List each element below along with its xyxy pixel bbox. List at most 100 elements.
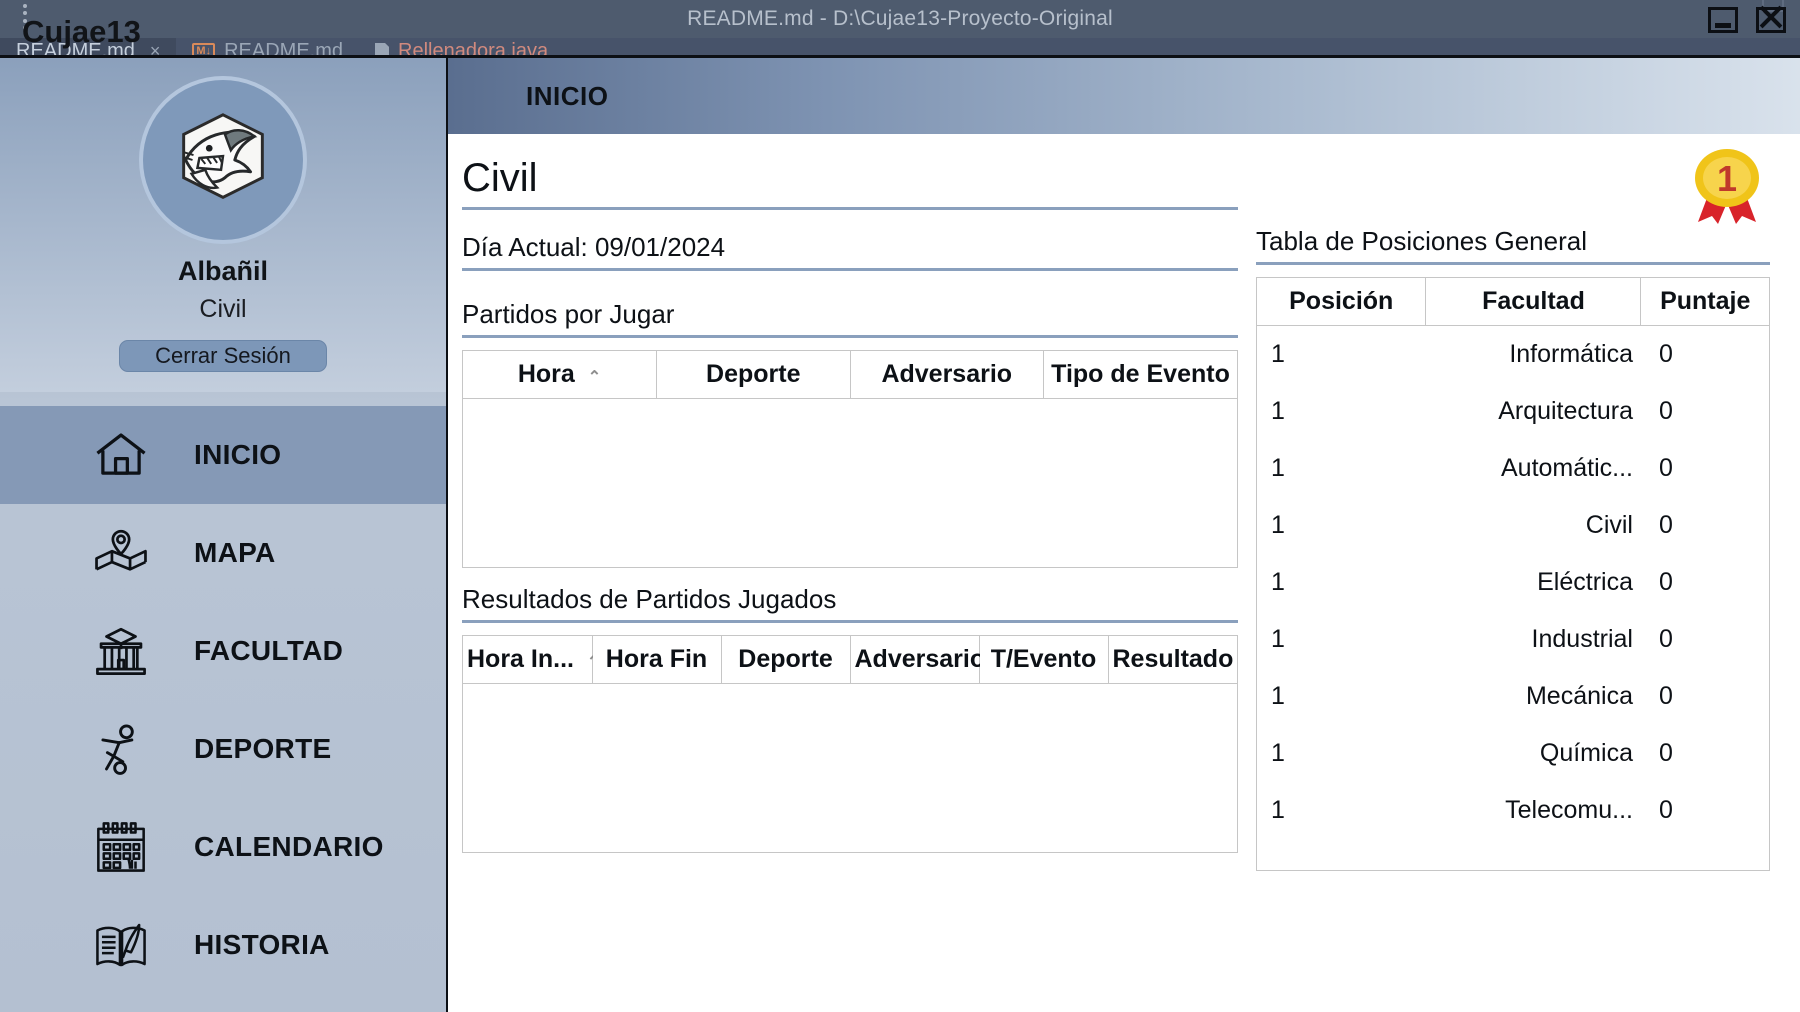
table-row[interactable]: 1 Informática 0 <box>1257 325 1769 383</box>
cell-puntaje: 0 <box>1640 611 1769 668</box>
cell-facultad: Civil <box>1425 497 1641 554</box>
column-header-tipo-evento[interactable]: T/Evento <box>979 636 1109 684</box>
cell-puntaje: 0 <box>1640 383 1769 440</box>
sort-ascending-icon: ⌃ <box>587 369 602 386</box>
table-row[interactable]: 1 Química 0 <box>1257 725 1769 782</box>
table-row[interactable]: 1 Industrial 0 <box>1257 611 1769 668</box>
column-header-hora-fin[interactable]: Hora Fin <box>592 636 722 684</box>
cell-puntaje: 0 <box>1640 325 1769 383</box>
column-header-adversario[interactable]: Adversario <box>850 351 1044 399</box>
ide-project-label: Cujae13 <box>22 14 141 49</box>
table-header-row: Hora In... ⌃ Hora Fin Deporte Adversario… <box>463 636 1237 684</box>
cell-puntaje: 0 <box>1640 440 1769 497</box>
resultados-table-body <box>463 683 1237 852</box>
content-body: Civil Día Actual: 09/01/2024 Partidos po… <box>448 134 1800 1012</box>
shark-logo <box>143 80 303 240</box>
sidebar-item-label: INICIO <box>194 439 282 470</box>
posiciones-heading: Tabla de Posiciones General <box>1256 226 1587 256</box>
current-day-label: Día Actual: 09/01/2024 <box>462 232 726 262</box>
home-icon <box>90 424 152 486</box>
sidebar-item-calendario[interactable]: CALENDARIO <box>0 798 446 896</box>
right-pane: 1 Tabla de Posiciones General Posición F… <box>1238 134 1800 1012</box>
profile-faculty: Civil <box>199 295 247 323</box>
sidebar-item-historia[interactable]: HISTORIA <box>0 896 446 994</box>
table-row[interactable]: 1 Eléctrica 0 <box>1257 554 1769 611</box>
close-icon[interactable] <box>1754 0 1788 34</box>
resultados-table-container[interactable]: Hora In... ⌃ Hora Fin Deporte Adversario… <box>462 635 1238 853</box>
cell-facultad: Eléctrica <box>1425 554 1641 611</box>
table-header-row: Hora ⌃ Deporte Adversario Tipo de Evento <box>463 351 1237 399</box>
profile-block: Albañil Civil Cerrar Sesión <box>0 58 446 392</box>
sidebar-item-facultad[interactable]: FACULTAD <box>0 602 446 700</box>
cell-posicion: 1 <box>1257 554 1426 611</box>
empty-cell <box>463 398 1237 567</box>
table-row[interactable]: 1 Automátic... 0 <box>1257 440 1769 497</box>
cell-facultad: Química <box>1425 725 1641 782</box>
table-header-row: Posición Facultad Puntaje <box>1257 278 1769 326</box>
column-header-deporte[interactable]: Deporte <box>721 636 851 684</box>
cell-posicion: 1 <box>1257 440 1426 497</box>
empty-state-row <box>463 398 1237 567</box>
partidos-divider <box>462 335 1238 338</box>
cell-puntaje: 0 <box>1640 725 1769 782</box>
cell-posicion: 1 <box>1257 497 1426 554</box>
column-header-hora[interactable]: Hora ⌃ <box>463 351 657 399</box>
partidos-table-container[interactable]: Hora ⌃ Deporte Adversario Tipo de Evento <box>462 350 1238 568</box>
table-row[interactable]: 1 Civil 0 <box>1257 497 1769 554</box>
calendar-icon <box>90 816 152 878</box>
cell-facultad: Automátic... <box>1425 440 1641 497</box>
sidebar-item-label: DEPORTE <box>194 733 332 764</box>
cell-posicion: 1 <box>1257 668 1426 725</box>
window-controls <box>1706 0 1788 38</box>
posiciones-table: Posición Facultad Puntaje 1 Informática 0 1… <box>1257 278 1769 839</box>
column-header-resultado[interactable]: Resultado <box>1108 636 1237 684</box>
map-icon <box>90 522 152 584</box>
cell-facultad: Informática <box>1425 325 1641 383</box>
cell-facultad: Telecomu... <box>1425 782 1641 839</box>
sidebar-item-inicio[interactable]: INICIO <box>0 406 446 504</box>
cell-posicion: 1 <box>1257 782 1426 839</box>
cell-facultad: Industrial <box>1425 611 1641 668</box>
column-header-posicion[interactable]: Posición <box>1257 278 1427 326</box>
current-day-divider <box>462 268 1238 271</box>
sidebar-item-mapa[interactable]: MAPA <box>0 504 446 602</box>
sidebar-nav: INICIO MAPA FACULTAD DEPORTE CALENDARIO … <box>0 406 446 1012</box>
column-header-label: Hora <box>517 360 575 388</box>
minimize-icon[interactable] <box>1706 4 1740 34</box>
table-row[interactable]: 1 Telecomu... 0 <box>1257 782 1769 839</box>
university-icon <box>90 620 152 682</box>
posiciones-divider <box>1256 262 1770 265</box>
book-quill-icon <box>90 914 152 976</box>
sidebar: Albañil Civil Cerrar Sesión INICIO MAPA … <box>0 58 448 1012</box>
column-header-puntaje[interactable]: Puntaje <box>1640 278 1769 326</box>
column-header-hora-inicio[interactable]: Hora In... ⌃ <box>463 636 600 684</box>
content-header-title: INICIO <box>526 80 609 111</box>
resultados-divider <box>462 620 1238 623</box>
column-header-tipo-evento[interactable]: Tipo de Evento <box>1043 351 1237 399</box>
cell-posicion: 1 <box>1257 325 1426 383</box>
empty-state-row <box>463 683 1237 852</box>
sidebar-item-label: MAPA <box>194 537 276 568</box>
partidos-heading: Partidos por Jugar <box>462 299 675 329</box>
cell-puntaje: 0 <box>1640 497 1769 554</box>
posiciones-table-container[interactable]: Posición Facultad Puntaje 1 Informática 0 1… <box>1256 277 1770 871</box>
resultados-table: Hora In... ⌃ Hora Fin Deporte Adversario… <box>463 636 1237 852</box>
resultados-heading: Resultados de Partidos Jugados <box>462 584 837 614</box>
partidos-table-body <box>463 398 1237 567</box>
sidebar-item-label: HISTORIA <box>194 929 330 960</box>
sidebar-item-label: CALENDARIO <box>194 831 384 862</box>
cell-facultad: Mecánica <box>1425 668 1641 725</box>
logout-button[interactable]: Cerrar Sesión <box>119 340 327 372</box>
column-header-deporte[interactable]: Deporte <box>656 351 851 399</box>
gold-medal-icon: 1 <box>1684 144 1770 224</box>
empty-cell <box>463 683 1237 852</box>
column-header-facultad[interactable]: Facultad <box>1425 278 1642 326</box>
cell-puntaje: 0 <box>1640 668 1769 725</box>
table-row[interactable]: 1 Arquitectura 0 <box>1257 383 1769 440</box>
medal-number-text: 1 <box>1717 158 1737 199</box>
cell-posicion: 1 <box>1257 725 1426 782</box>
column-header-adversario[interactable]: Adversario <box>850 636 985 684</box>
table-row[interactable]: 1 Mecánica 0 <box>1257 668 1769 725</box>
left-pane: Civil Día Actual: 09/01/2024 Partidos po… <box>448 134 1238 1012</box>
sidebar-item-deporte[interactable]: DEPORTE <box>0 700 446 798</box>
